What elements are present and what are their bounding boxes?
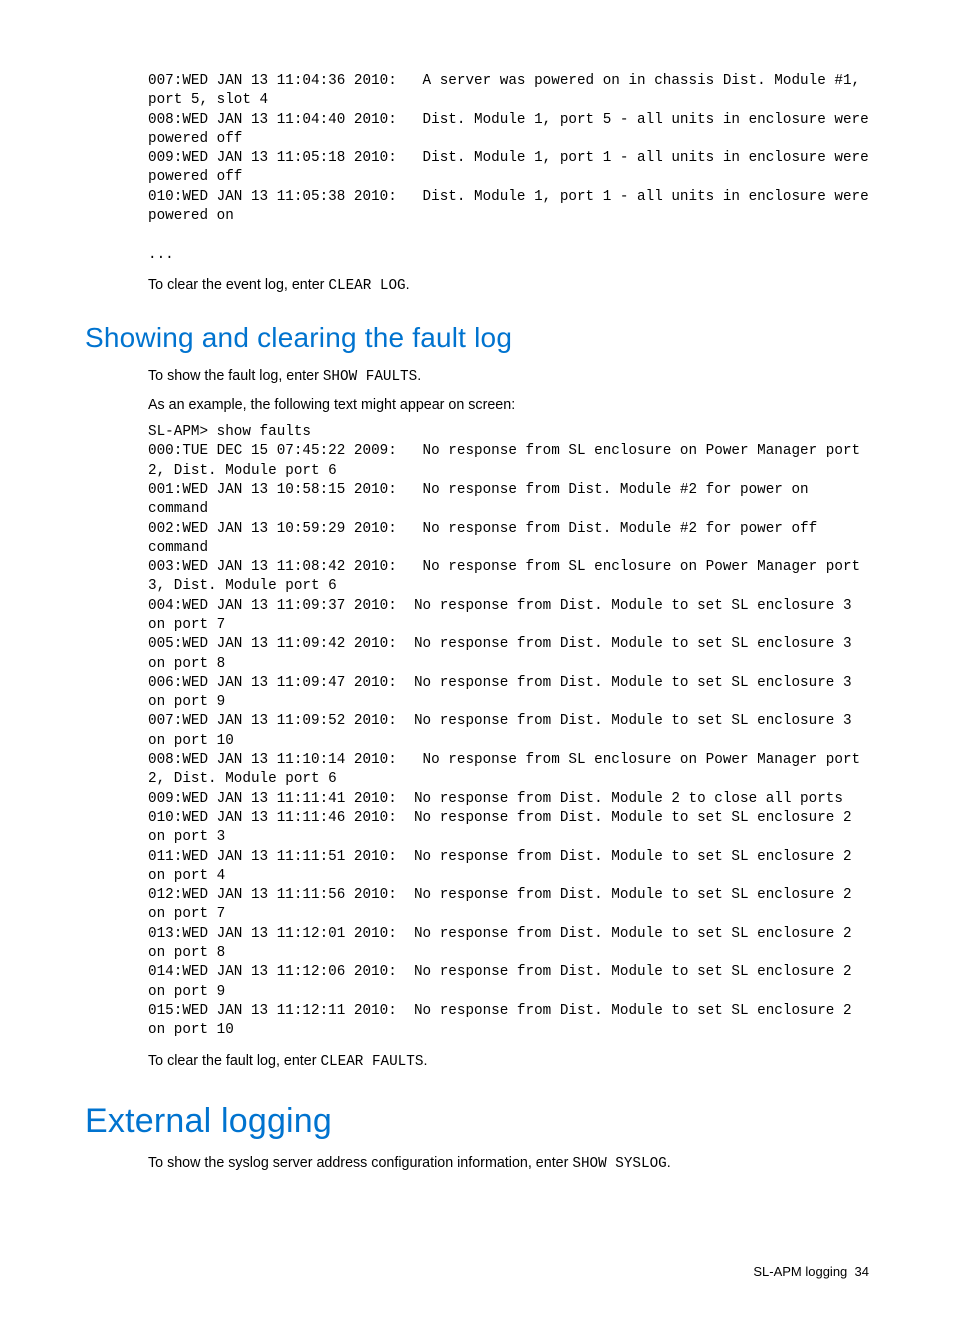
show-syslog-command: SHOW SYSLOG [572, 1156, 666, 1172]
clear-fault-instruction: To clear the fault log, enter CLEAR FAUL… [148, 1051, 869, 1072]
event-log-output: 007:WED JAN 13 11:04:36 2010: A server w… [148, 72, 869, 265]
document-page: 007:WED JAN 13 11:04:36 2010: A server w… [0, 0, 954, 1339]
fault-log-output: SL-APM> show faults 000:TUE DEC 15 07:45… [148, 423, 869, 1041]
syslog-instruction: To show the syslog server address config… [148, 1153, 869, 1174]
syslog-tail: . [667, 1155, 671, 1171]
event-log-block: 007:WED JAN 13 11:04:36 2010: A server w… [148, 72, 869, 296]
clear-faults-command: CLEAR FAULTS [320, 1054, 423, 1070]
clear-log-command: CLEAR LOG [328, 278, 405, 294]
footer-page-number: 34 [855, 1264, 869, 1279]
show-fault-tail: . [417, 368, 421, 384]
clear-fault-tail: . [423, 1053, 427, 1069]
clear-event-instruction: To clear the event log, enter CLEAR LOG. [148, 275, 869, 296]
fault-log-heading: Showing and clearing the fault log [85, 322, 869, 354]
show-fault-lead: To show the fault log, enter [148, 368, 323, 384]
clear-event-tail: . [406, 277, 410, 293]
clear-event-lead: To clear the event log, enter [148, 277, 328, 293]
fault-log-block: To show the fault log, enter SHOW FAULTS… [148, 366, 869, 1072]
show-fault-instruction: To show the fault log, enter SHOW FAULTS… [148, 366, 869, 387]
external-logging-block: To show the syslog server address config… [148, 1153, 869, 1174]
page-footer: SL-APM logging 34 [85, 1264, 869, 1279]
clear-fault-lead: To clear the fault log, enter [148, 1053, 320, 1069]
show-faults-command: SHOW FAULTS [323, 369, 417, 385]
footer-section: SL-APM logging [753, 1264, 847, 1279]
external-logging-heading: External logging [85, 1102, 869, 1141]
syslog-lead: To show the syslog server address config… [148, 1155, 572, 1171]
example-intro: As an example, the following text might … [148, 395, 869, 415]
